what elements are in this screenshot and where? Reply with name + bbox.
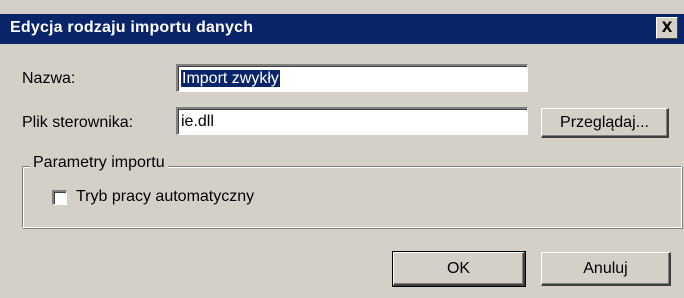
name-label: Nazwa: <box>22 70 76 87</box>
auto-mode-label[interactable]: Tryb pracy automatyczny <box>76 188 254 206</box>
title-bar[interactable]: Edycja rodzaju importu danych X <box>0 14 684 44</box>
cancel-button[interactable]: Anuluj <box>541 252 671 286</box>
name-input[interactable]: Import zwykły <box>176 64 528 92</box>
name-input-value: Import zwykły <box>181 70 280 87</box>
close-icon: X <box>661 20 673 36</box>
browse-button[interactable]: Przeglądaj... <box>541 108 669 138</box>
close-button[interactable]: X <box>656 17 678 39</box>
dialog-title: Edycja rodzaju importu danych <box>10 19 254 36</box>
import-type-dialog: Edycja rodzaju importu danych X Nazwa: I… <box>0 0 684 298</box>
ok-button[interactable]: OK <box>392 251 526 287</box>
driver-file-label: Plik sterownika: <box>22 114 134 131</box>
driver-file-input[interactable]: ie.dll <box>176 107 528 135</box>
auto-mode-checkbox[interactable] <box>52 190 67 205</box>
import-parameters-legend: Parametry importu <box>30 154 168 172</box>
driver-file-input-value: ie.dll <box>181 113 214 130</box>
